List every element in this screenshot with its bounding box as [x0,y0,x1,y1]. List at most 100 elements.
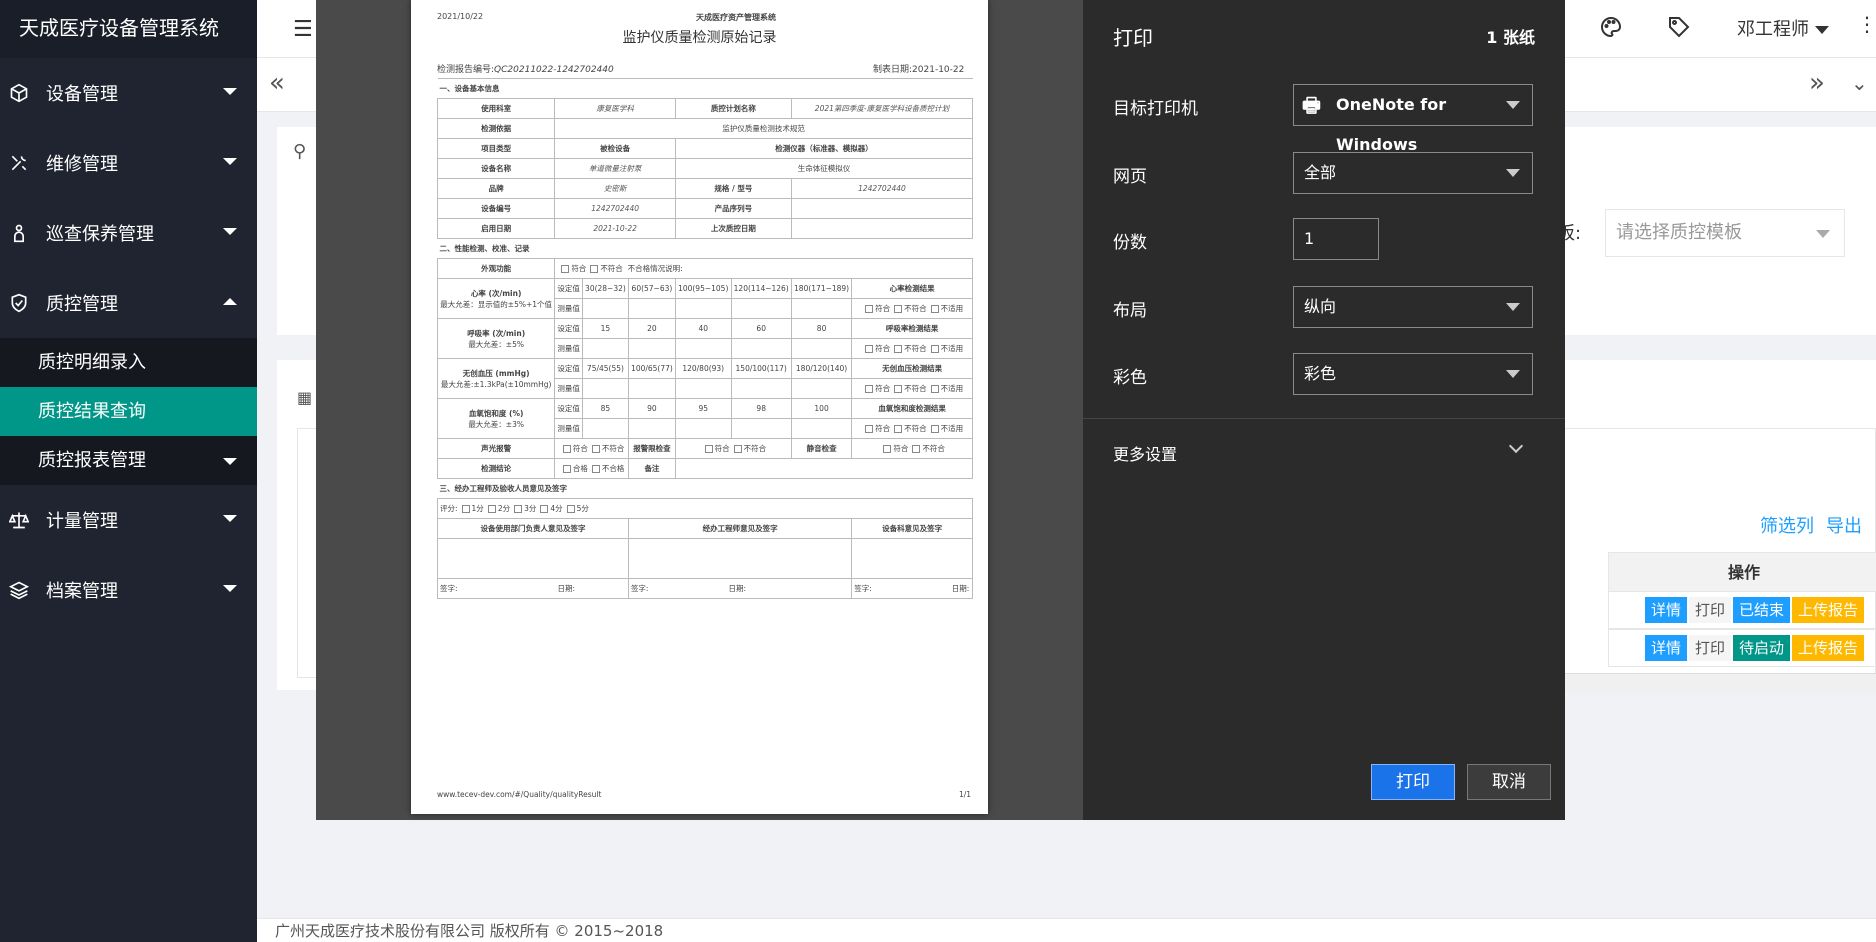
checkbox[interactable] [865,425,874,433]
text: 评分: [440,504,458,513]
checkbox[interactable] [590,265,599,273]
cell: 测量值 [554,338,583,359]
cell: 报警限检查 [627,438,676,459]
pages-select[interactable]: 全部 [1293,152,1533,194]
preview-page: 2021/10/22 天成医疗资产管理系统 监护仪质量检测原始记录 检测报告编号… [411,0,988,814]
text: 3分 [524,504,537,513]
copies-input[interactable]: 1 [1293,218,1379,260]
cell: 30(28~32) [581,278,629,299]
cell: 100(95~105) [674,278,732,299]
tag-icon[interactable] [1667,15,1693,41]
detail-button[interactable]: 详情 [1645,635,1688,661]
cell [674,338,732,359]
submenu-quality-report[interactable]: 质控报表管理 [0,436,257,485]
status-ended-button[interactable]: 已结束 [1733,597,1791,623]
tabs-dropdown-icon[interactable]: ⌄ [1851,71,1868,95]
checkbox[interactable] [930,385,939,393]
cell: 设定值 [554,278,583,299]
checkbox[interactable] [562,445,571,453]
checkbox[interactable] [865,385,874,393]
checkbox[interactable] [865,305,874,313]
layout-value: 纵向 [1304,297,1337,316]
cell [674,418,732,439]
checkbox[interactable] [930,345,939,353]
tabs-scroll-right-icon[interactable]: » [1809,68,1825,98]
checkbox[interactable] [461,505,470,513]
menu-fold-icon[interactable]: ☰ [293,17,313,42]
checkbox[interactable] [561,265,570,273]
cell [581,378,629,399]
chevron-up-icon [223,298,237,305]
cell: 60(57~63) [627,278,676,299]
cell: 产品序列号 [674,198,792,219]
cell: 使用科室 [436,98,556,119]
menu-quality[interactable]: 质控管理 [0,268,257,338]
upload-report-button[interactable]: 上传报告 [1792,597,1865,623]
print-row-button[interactable]: 打印 [1689,597,1732,623]
text: 1分 [471,504,484,513]
user-menu[interactable]: 邓工程师 [1737,15,1829,41]
menu-repair[interactable]: 维修管理 [0,128,257,198]
checkbox[interactable] [514,505,523,513]
cell: 100 [790,398,853,419]
checkbox[interactable] [930,425,939,433]
submenu-quality-entry[interactable]: 质控明细录入 [0,338,257,387]
status-pending-button[interactable]: 待启动 [1733,635,1791,661]
checkbox[interactable] [540,505,549,513]
checkbox[interactable] [591,445,600,453]
print-button[interactable]: 打印 [1371,764,1455,800]
export-link[interactable]: 导出 [1826,516,1862,537]
checkbox[interactable] [562,465,571,473]
cell [790,378,853,399]
checkbox[interactable] [894,305,903,313]
text: 心率 (次/min) [470,288,522,298]
checkbox[interactable] [930,305,939,313]
checkbox[interactable] [487,505,496,513]
more-settings[interactable]: 更多设置 [1083,418,1565,482]
tabs-scroll-left-icon[interactable]: « [269,68,285,98]
printer-select[interactable]: 🖶 OneNote for Windows [1293,84,1533,154]
caret-down-icon [1815,26,1829,34]
cancel-button[interactable]: 取消 [1467,764,1551,800]
checkbox[interactable] [894,425,903,433]
cell: 呼吸率 (次/min) 最大允差：±5% [436,318,556,359]
checkbox[interactable] [912,445,921,453]
more-vertical-icon[interactable]: ⋮ [1857,12,1876,36]
checkbox[interactable] [865,345,874,353]
filter-columns-link[interactable]: 筛选列 [1760,516,1814,537]
menu-inspection[interactable]: 巡查保养管理 [0,198,257,268]
cell: 20 [627,318,676,339]
menu-metrology[interactable]: 计量管理 [0,485,257,555]
menu-archive[interactable]: 档案管理 [0,555,257,625]
cell: 符合 不符合 [554,438,629,459]
quality-submenu: 质控明细录入 质控结果查询 质控报表管理 [0,338,257,485]
checkbox[interactable] [704,445,713,453]
checkbox[interactable] [883,445,892,453]
text: 签字: [630,584,649,593]
text: 不符合 [601,444,625,453]
cell: 设定值 [554,318,583,339]
cell [581,298,629,319]
menu-device[interactable]: 设备管理 [0,58,257,128]
layout-select[interactable]: 纵向 [1293,286,1533,328]
text: 不适用 [940,424,964,433]
label: 检测报告编号: [437,65,495,75]
detail-button[interactable]: 详情 [1645,597,1688,623]
upload-report-button[interactable]: 上传报告 [1792,635,1865,661]
cell: 声光报警 [436,438,556,459]
table-row: 详情 打印 待启动 上传报告 [1608,629,1876,667]
text: 不适用 [940,344,964,353]
checkbox[interactable] [894,345,903,353]
caret-down-icon [1506,370,1520,378]
palette-icon[interactable] [1599,15,1625,41]
checkbox[interactable] [566,505,575,513]
cell: 90 [627,398,676,419]
color-select[interactable]: 彩色 [1293,353,1533,395]
cell [581,418,629,439]
submenu-quality-result[interactable]: 质控结果查询 [0,387,257,436]
checkbox[interactable] [733,445,742,453]
template-select[interactable]: 请选择质控模板 [1605,209,1845,257]
checkbox[interactable] [591,465,600,473]
checkbox[interactable] [894,385,903,393]
print-row-button[interactable]: 打印 [1689,635,1732,661]
